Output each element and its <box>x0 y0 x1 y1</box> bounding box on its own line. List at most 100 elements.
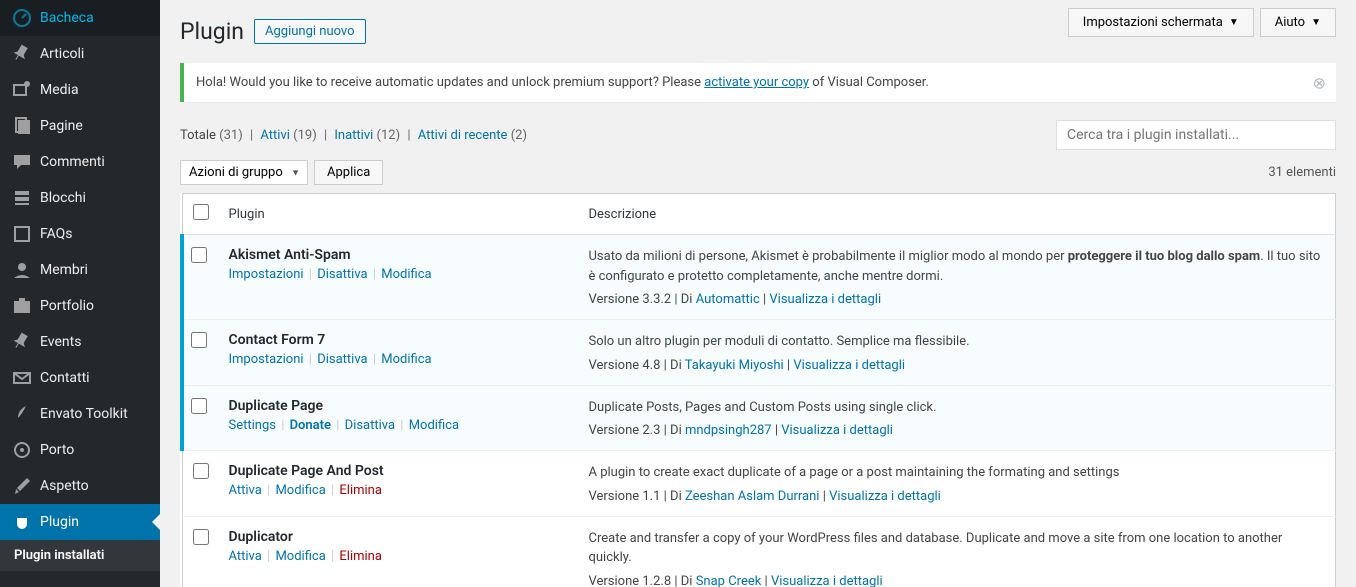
view-details-link[interactable]: Visualizza i dettagli <box>769 292 881 307</box>
row-actions: Attiva | Modifica | Elimina <box>229 483 569 498</box>
filter-row: Totale (31) | Attivi (19) | Inattivi (12… <box>180 120 1336 150</box>
action-modifica[interactable]: Modifica <box>275 549 325 564</box>
sidebar-item-pagine[interactable]: Pagine <box>0 108 160 144</box>
pin-icon <box>12 44 32 64</box>
sidebar-item-plugin[interactable]: Plugin <box>0 504 160 540</box>
brush-icon <box>12 476 32 496</box>
sidebar-label: Porto <box>40 442 74 458</box>
sidebar-item-articoli[interactable]: Articoli <box>0 36 160 72</box>
plugin-desc: A plugin to create exact duplicate of a … <box>589 463 1326 483</box>
chevron-down-icon: ▼ <box>1311 17 1321 28</box>
row-checkbox[interactable] <box>191 332 207 348</box>
action-modifica[interactable]: Modifica <box>381 267 431 282</box>
view-details-link[interactable]: Visualizza i dettagli <box>771 574 883 587</box>
action-attiva[interactable]: Attiva <box>229 549 262 564</box>
row-checkbox[interactable] <box>193 463 209 479</box>
search-input[interactable] <box>1056 120 1336 150</box>
sidebar-item-events[interactable]: Events <box>0 324 160 360</box>
action-disattiva[interactable]: Disattiva <box>345 418 395 433</box>
dismiss-icon[interactable]: ⊗ <box>1313 73 1326 92</box>
sidebar-label: Events <box>40 334 81 350</box>
plugin-icon <box>12 512 32 532</box>
help-button[interactable]: Aiuto▼ <box>1260 8 1336 37</box>
table-row: Duplicate PageSettings | Donate | Disatt… <box>182 385 1336 451</box>
author-link[interactable]: Automattic <box>696 292 760 307</box>
action-modifica[interactable]: Modifica <box>381 352 431 367</box>
screen-options-label: Impostazioni schermata <box>1083 15 1223 30</box>
sidebar-label: Pagine <box>40 118 83 134</box>
bulk-row: Azioni di gruppo Applica 31 elementi <box>180 160 1336 185</box>
sidebar-item-porto[interactable]: Porto <box>0 432 160 468</box>
sidebar-item-bacheca[interactable]: Bacheca <box>0 0 160 36</box>
author-link[interactable]: Takayuki Miyoshi <box>685 358 784 373</box>
notice-link[interactable]: activate your copy <box>704 75 809 90</box>
sidebar-label: Contatti <box>40 370 90 386</box>
filter-all-count: (31) <box>219 128 243 143</box>
portfolio-icon <box>12 296 32 316</box>
author-link[interactable]: mndpsingh287 <box>685 423 772 438</box>
action-disattiva[interactable]: Disattiva <box>317 267 367 282</box>
faq-icon <box>12 224 32 244</box>
author-link[interactable]: Zeeshan Aslam Durrani <box>685 489 820 504</box>
filter-inactive-label: Inattivi <box>334 128 373 143</box>
view-details-link[interactable]: Visualizza i dettagli <box>781 423 893 438</box>
row-checkbox[interactable] <box>191 398 207 414</box>
table-row: Akismet Anti-SpamImpostazioni | Disattiv… <box>182 235 1336 320</box>
action-attiva[interactable]: Attiva <box>229 483 262 498</box>
select-all-checkbox[interactable] <box>193 204 209 220</box>
pin-icon <box>12 332 32 352</box>
filter-all-label: Totale <box>180 128 216 143</box>
bulk-action-select[interactable]: Azioni di gruppo <box>180 160 308 185</box>
dashboard-icon <box>12 8 32 28</box>
table-row: DuplicatorAttiva | Modifica | EliminaCre… <box>182 516 1336 587</box>
plugin-desc: Duplicate Posts, Pages and Custom Posts … <box>589 398 1326 418</box>
action-settings[interactable]: Settings <box>229 418 276 433</box>
plugin-desc: Create and transfer a copy of your WordP… <box>589 529 1326 568</box>
action-impostazioni[interactable]: Impostazioni <box>229 267 304 282</box>
filter-recent-label: Attivi di recente <box>418 128 508 143</box>
porto-icon <box>12 440 32 460</box>
action-modifica[interactable]: Modifica <box>409 418 459 433</box>
action-elimina[interactable]: Elimina <box>339 549 382 564</box>
filter-active-count: (19) <box>293 128 317 143</box>
view-details-link[interactable]: Visualizza i dettagli <box>793 358 905 373</box>
sidebar-label: Commenti <box>40 154 105 170</box>
plugin-meta: Versione 1.1 | Di Zeeshan Aslam Durrani … <box>589 489 1326 504</box>
view-details-link[interactable]: Visualizza i dettagli <box>829 489 941 504</box>
mail-icon <box>12 368 32 388</box>
filter-inactive[interactable]: Inattivi (12) <box>334 128 400 143</box>
plugins-table: Plugin Descrizione Akismet Anti-SpamImpo… <box>180 193 1336 587</box>
action-elimina[interactable]: Elimina <box>339 483 382 498</box>
plugin-meta: Versione 3.3.2 | Di Automattic | Visuali… <box>589 292 1326 307</box>
sidebar-item-portfolio[interactable]: Portfolio <box>0 288 160 324</box>
sidebar-item-faqs[interactable]: FAQs <box>0 216 160 252</box>
plugin-desc: Solo un altro plugin per moduli di conta… <box>589 332 1326 352</box>
page-icon <box>12 116 32 136</box>
screen-options-button[interactable]: Impostazioni schermata▼ <box>1068 8 1254 37</box>
sidebar-label: Blocchi <box>40 190 86 206</box>
author-link[interactable]: Snap Creek <box>696 574 762 587</box>
filter-inactive-count: (12) <box>377 128 401 143</box>
filter-recent-count: (2) <box>511 128 527 143</box>
action-modifica[interactable]: Modifica <box>275 483 325 498</box>
apply-button[interactable]: Applica <box>314 160 383 185</box>
sidebar-item-contatti[interactable]: Contatti <box>0 360 160 396</box>
plugin-meta: Versione 1.2.8 | Di Snap Creek | Visuali… <box>589 574 1326 587</box>
sidebar-label: Envato Toolkit <box>40 406 128 422</box>
action-impostazioni[interactable]: Impostazioni <box>229 352 304 367</box>
action-donate[interactable]: Donate <box>290 418 331 433</box>
sidebar-item-envato[interactable]: Envato Toolkit <box>0 396 160 432</box>
sidebar-sub-installed[interactable]: Plugin installati <box>0 540 160 571</box>
row-checkbox[interactable] <box>193 529 209 545</box>
sidebar-item-aspetto[interactable]: Aspetto <box>0 468 160 504</box>
sidebar-item-blocchi[interactable]: Blocchi <box>0 180 160 216</box>
filter-recent[interactable]: Attivi di recente (2) <box>418 128 527 143</box>
sidebar-item-membri[interactable]: Membri <box>0 252 160 288</box>
sidebar-item-commenti[interactable]: Commenti <box>0 144 160 180</box>
sidebar-label: Membri <box>40 262 88 278</box>
action-disattiva[interactable]: Disattiva <box>317 352 367 367</box>
sidebar-item-media[interactable]: Media <box>0 72 160 108</box>
filter-active[interactable]: Attivi (19) <box>260 128 316 143</box>
add-new-button[interactable]: Aggiungi nuovo <box>254 19 366 44</box>
row-checkbox[interactable] <box>191 247 207 263</box>
